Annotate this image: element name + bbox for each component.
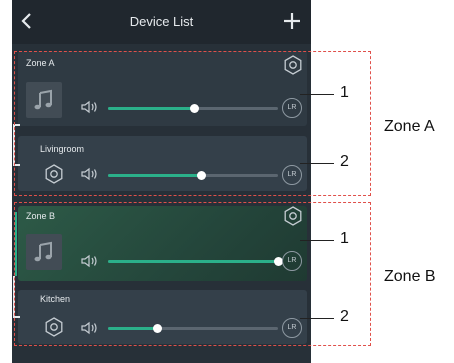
callout-number: 1 [340,230,349,247]
callout-line [300,318,334,319]
zone-a-label: Zone A [384,118,435,135]
page-title: Device List [129,14,194,29]
plus-icon[interactable] [283,12,301,30]
header-bar: Device List [12,0,311,44]
callout-number: 1 [340,84,349,101]
callout-number: 2 [340,308,349,325]
zone-b-highlight [14,202,371,346]
callout-line [300,240,334,241]
callout-number: 2 [340,153,349,170]
callout-line [300,94,334,95]
callout-line [300,163,334,164]
zone-a-highlight [14,51,371,196]
zone-b-label: Zone B [384,268,436,285]
